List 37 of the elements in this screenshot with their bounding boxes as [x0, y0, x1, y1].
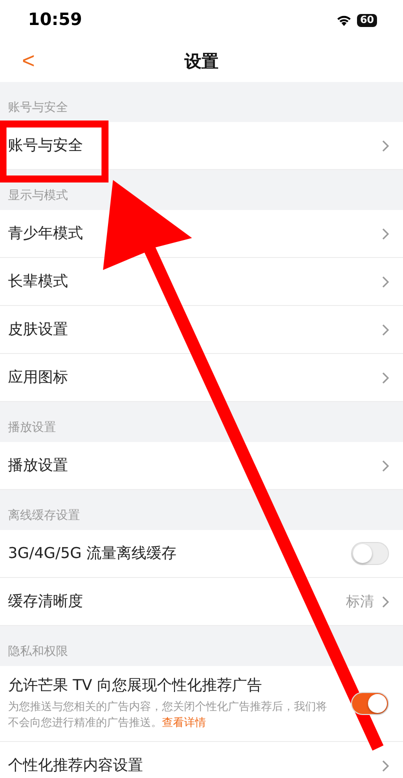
settings-row[interactable]: 长辈模式: [0, 258, 403, 306]
chevron-icon: [382, 276, 389, 288]
settings-row[interactable]: 皮肤设置: [0, 306, 403, 354]
row-value: 标清: [346, 592, 374, 610]
battery-level: 60: [357, 14, 377, 26]
row-description: 为您推送与您相关的广告内容，您关闭个性化广告推荐后，我们将不会向您进行精准的广告推送。查看详情: [8, 699, 328, 731]
section-title: 播放设置: [8, 419, 56, 436]
row-label: 应用图标: [8, 368, 69, 387]
row-label: 允许芒果 TV 向您展现个性化推荐广告: [8, 676, 263, 695]
chevron-icon: [382, 228, 389, 240]
settings-row[interactable]: 应用图标: [0, 354, 403, 402]
page-title: 设置: [184, 50, 218, 72]
section-title: 显示与模式: [8, 187, 68, 204]
row-label: 播放设置: [8, 456, 69, 475]
row-label: 3G/4G/5G 流量离线缓存: [8, 544, 178, 563]
settings-row[interactable]: 缓存清晰度 标清: [0, 578, 403, 626]
chevron-icon: [382, 372, 389, 384]
wifi-icon: [336, 14, 352, 26]
chevron-icon: [382, 596, 389, 608]
settings-row[interactable]: 个性化推荐内容设置: [0, 742, 403, 778]
settings-row[interactable]: 播放设置: [0, 442, 403, 490]
section-title: 离线缓存设置: [8, 507, 80, 524]
toggle-switch[interactable]: [351, 692, 389, 715]
section-title: 隐私和权限: [8, 643, 68, 660]
row-label: 青少年模式: [8, 224, 84, 243]
chevron-icon: [382, 760, 389, 772]
row-label: 账号与安全: [8, 136, 84, 155]
row-label: 缓存清晰度: [8, 592, 84, 611]
toggle-switch[interactable]: [351, 542, 389, 565]
row-label: 皮肤设置: [8, 320, 69, 339]
section-title: 账号与安全: [8, 99, 68, 116]
chevron-icon: [382, 140, 389, 152]
status-time: 10:59: [28, 10, 82, 30]
chevron-icon: [382, 460, 389, 472]
row-label: 个性化推荐内容设置: [8, 756, 144, 775]
row-label: 长辈模式: [8, 272, 69, 291]
chevron-icon: [382, 324, 389, 336]
